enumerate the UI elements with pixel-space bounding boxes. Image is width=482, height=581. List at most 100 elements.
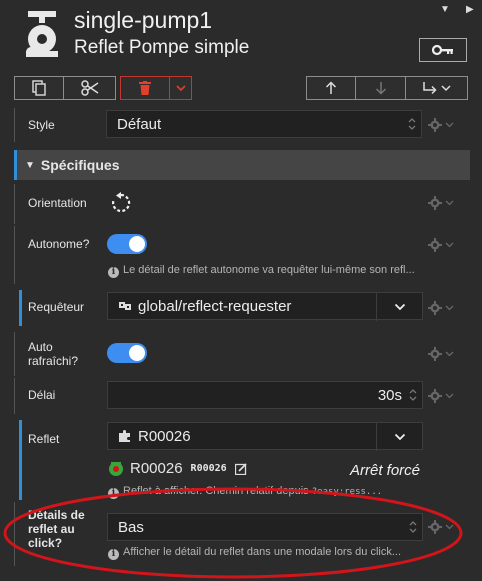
trash-icon xyxy=(139,81,151,95)
toggle-knob xyxy=(129,236,145,252)
cut-button[interactable] xyxy=(64,76,116,100)
row-divider xyxy=(14,108,15,142)
requeteur-dropdown-button[interactable] xyxy=(376,293,422,321)
auto-refresh-row: Auto rafraîchi? xyxy=(14,332,470,376)
caret-right-icon[interactable]: ▶ xyxy=(466,4,474,15)
gear-icon xyxy=(428,118,454,132)
section-title: Spécifiques xyxy=(40,157,120,173)
row-divider xyxy=(14,332,15,376)
move-down-button[interactable] xyxy=(356,76,406,100)
requester-icon xyxy=(119,302,131,310)
copy-button[interactable] xyxy=(14,76,64,100)
row-options-button[interactable] xyxy=(428,196,458,210)
key-button[interactable] xyxy=(419,38,467,62)
requeteur-select[interactable]: global/reflect-requester xyxy=(107,292,423,321)
puzzle-icon xyxy=(119,430,130,442)
row-options-button[interactable] xyxy=(428,118,458,132)
gear-icon xyxy=(428,520,454,534)
style-label: Style xyxy=(28,118,55,132)
details-click-label-line3: click? xyxy=(28,536,63,550)
auto-refresh-label: Auto rafraîchi? xyxy=(28,340,78,368)
row-options-button[interactable] xyxy=(428,520,458,534)
updown-icon xyxy=(409,521,417,533)
info-icon: i xyxy=(108,549,119,560)
row-divider xyxy=(14,226,15,284)
style-row: Style Défaut xyxy=(14,108,470,142)
details-click-row: Détails de reflet au click? Bas i Affiche… xyxy=(14,502,470,566)
arrow-up-icon xyxy=(325,81,337,94)
requeteur-row: Requêteur global/reflect-requester xyxy=(14,290,470,326)
stepper-icon[interactable] xyxy=(408,388,418,402)
pump-status-icon xyxy=(109,461,123,476)
move-into-button[interactable] xyxy=(406,76,468,100)
autonome-hint-text: Le détail de reflet autonome va requêter… xyxy=(123,264,415,276)
info-icon: i xyxy=(108,488,119,499)
row-options-button[interactable] xyxy=(428,347,458,361)
requeteur-value: global/reflect-requester xyxy=(138,297,292,315)
style-value: Défaut xyxy=(117,115,162,133)
key-icon xyxy=(432,44,453,56)
requeteur-label: Requêteur xyxy=(28,300,85,314)
row-options-button[interactable] xyxy=(428,238,458,252)
reflet-value: R00026 xyxy=(138,427,191,445)
details-click-select[interactable]: Bas xyxy=(107,513,423,541)
reflet-preview: R00026 R00026 xyxy=(108,460,247,477)
orientation-row: Orientation xyxy=(14,184,470,224)
move-up-button[interactable] xyxy=(306,76,356,100)
reflet-status: Arrêt forcé xyxy=(350,462,421,479)
delai-row: Délai 30s xyxy=(14,378,470,414)
chevron-down-icon xyxy=(175,85,186,92)
reflet-preview-name: R00026 xyxy=(130,460,183,477)
row-divider xyxy=(14,184,15,224)
style-select[interactable]: Défaut xyxy=(106,110,422,138)
details-click-label-line1: Détails de xyxy=(28,508,85,522)
autonome-row: Autonome? i Le détail de reflet autonome … xyxy=(14,226,470,284)
arrow-down-icon xyxy=(375,82,386,95)
scissors-icon xyxy=(80,80,98,96)
row-divider xyxy=(14,378,15,414)
row-options-button[interactable] xyxy=(428,389,458,403)
section-header-specifiques[interactable]: ▼ Spécifiques xyxy=(14,150,470,180)
details-click-hint: i Afficher le détail du reflet dans une m… xyxy=(108,546,448,560)
delai-value: 30s xyxy=(377,386,402,404)
details-click-hint-text: Afficher le détail du reflet dans une mo… xyxy=(123,546,402,558)
arrow-turn-icon xyxy=(422,82,451,95)
autonome-toggle[interactable] xyxy=(107,234,147,254)
reflet-hint-text: Reflet à afficher. Chemin relatif depuis xyxy=(123,485,309,497)
caret-down-icon: ▼ xyxy=(25,159,35,171)
updown-icon xyxy=(408,118,416,130)
edit-toolbar xyxy=(14,76,116,100)
chevron-down-icon xyxy=(394,303,405,311)
delai-input[interactable]: 30s xyxy=(107,381,423,409)
rotate-icon[interactable] xyxy=(110,192,132,214)
delete-button[interactable] xyxy=(120,76,170,100)
delete-group xyxy=(120,76,192,100)
autonome-hint: i Le détail de reflet autonome va requête… xyxy=(108,264,458,278)
chevron-down-icon xyxy=(394,433,405,441)
component-type: Reflet Pompe simple xyxy=(74,37,250,58)
gear-icon xyxy=(428,196,454,210)
reflet-select[interactable]: R00026 xyxy=(107,422,423,451)
details-click-label: Détails de reflet au click? xyxy=(28,508,85,550)
details-click-label-line2: reflet au xyxy=(28,522,75,536)
auto-refresh-label-line1: Auto xyxy=(28,340,53,354)
auto-refresh-toggle[interactable] xyxy=(107,343,147,363)
reflet-preview-code: R00026 xyxy=(190,463,227,474)
reflet-label: Reflet xyxy=(28,432,60,446)
details-click-value: Bas xyxy=(118,518,144,536)
row-divider xyxy=(14,502,15,566)
gear-icon xyxy=(428,347,454,361)
info-icon: i xyxy=(108,267,119,278)
pump-icon xyxy=(26,11,58,57)
component-name: single-pump1 xyxy=(74,7,213,33)
orientation-label: Orientation xyxy=(28,196,87,210)
header: single-pump1 Reflet Pompe simple ▼ ▶ xyxy=(0,0,482,72)
edit-icon[interactable] xyxy=(234,462,247,475)
reflet-dropdown-button[interactable] xyxy=(376,423,422,451)
autonome-label: Autonome? xyxy=(28,237,90,251)
reflet-hint: i Reflet à afficher. Chemin relatif depui… xyxy=(108,485,408,499)
delete-menu-button[interactable] xyxy=(170,76,192,100)
row-options-button[interactable] xyxy=(428,301,458,315)
gear-icon xyxy=(428,238,454,252)
caret-down-icon[interactable]: ▼ xyxy=(440,4,450,15)
